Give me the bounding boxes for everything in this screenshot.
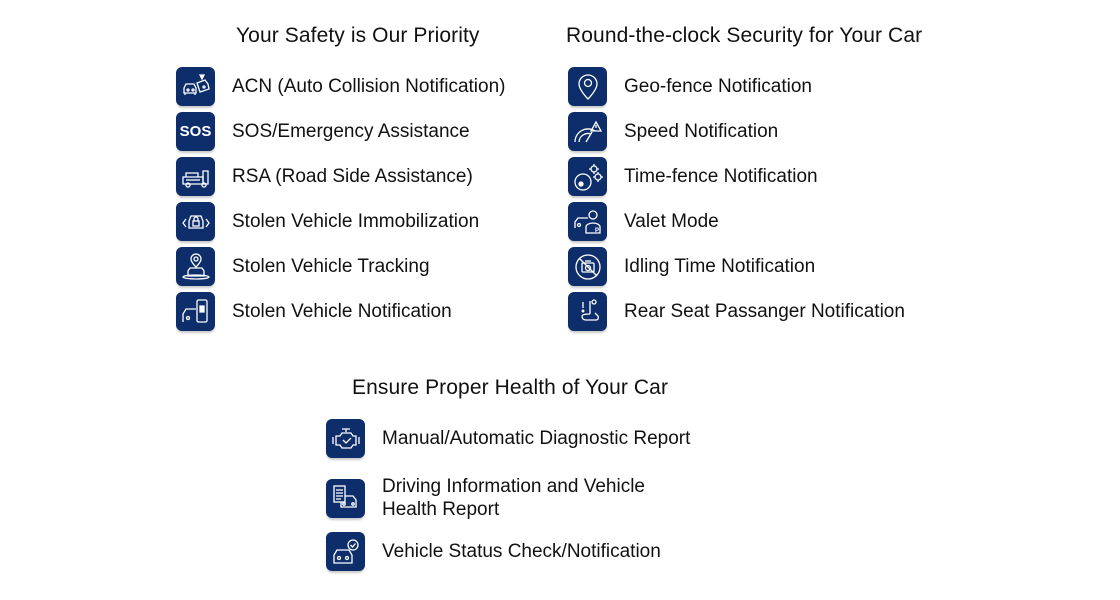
feature-item-status-check: Vehicle Status Check/Notification <box>326 532 661 571</box>
feature-label: Rear Seat Passanger Notification <box>624 301 905 322</box>
feature-label: Stolen Vehicle Notification <box>232 301 452 322</box>
car-phone-alert-icon <box>176 292 215 331</box>
feature-item-tracking: Stolen Vehicle Tracking <box>176 247 430 286</box>
section-title-health: Ensure Proper Health of Your Car <box>352 376 669 399</box>
feature-label: SOS/Emergency Assistance <box>232 121 470 142</box>
speedometer-warning-icon <box>568 112 607 151</box>
feature-item-rsa: RSA (Road Side Assistance) <box>176 157 473 196</box>
feature-label: Geo-fence Notification <box>624 76 812 97</box>
feature-label: Time-fence Notification <box>624 166 818 187</box>
feature-item-immobilization: Stolen Vehicle Immobilization <box>176 202 479 241</box>
feature-label: Manual/Automatic Diagnostic Report <box>382 428 691 449</box>
feature-item-acn: ACN (Auto Collision Notification) <box>176 67 506 106</box>
section-title-security: Round-the-clock Security for Your Car <box>566 24 923 47</box>
feature-label: Stolen Vehicle Tracking <box>232 256 430 277</box>
feature-item-sos: SOS SOS/Emergency Assistance <box>176 112 470 151</box>
feature-item-speed: Speed Notification <box>568 112 778 151</box>
sos-icon-text: SOS <box>179 123 212 140</box>
sos-icon: SOS <box>176 112 215 151</box>
car-check-icon <box>326 532 365 571</box>
engine-check-icon <box>326 419 365 458</box>
engine-timer-icon <box>568 247 607 286</box>
car-location-pin-icon <box>176 247 215 286</box>
feature-label: ACN (Auto Collision Notification) <box>232 76 506 97</box>
gears-clock-icon <box>568 157 607 196</box>
location-pin-icon <box>568 67 607 106</box>
feature-item-diagnostic: Manual/Automatic Diagnostic Report <box>326 419 690 458</box>
car-lock-icon <box>176 202 215 241</box>
feature-item-notification: Stolen Vehicle Notification <box>176 292 452 331</box>
tow-truck-icon <box>176 157 215 196</box>
feature-item-time-fence: Time-fence Notification <box>568 157 818 196</box>
feature-label: Vehicle Status Check/Notification <box>382 541 661 562</box>
feature-label: Valet Mode <box>624 211 719 232</box>
car-report-icon <box>326 478 365 518</box>
car-collision-icon <box>176 67 215 106</box>
feature-item-driving-info: Driving Information and Vehicle Health R… <box>326 475 672 521</box>
valet-parking-icon: P <box>568 202 607 241</box>
feature-item-geo-fence: Geo-fence Notification <box>568 67 812 106</box>
svg-text:P: P <box>595 228 599 234</box>
feature-label: RSA (Road Side Assistance) <box>232 166 473 187</box>
seat-alert-icon <box>568 292 607 331</box>
feature-item-idling: Idling Time Notification <box>568 247 815 286</box>
section-title-safety: Your Safety is Our Priority <box>236 24 480 47</box>
feature-label: Stolen Vehicle Immobilization <box>232 211 480 232</box>
feature-item-valet: P Valet Mode <box>568 202 719 241</box>
feature-item-rear-seat: Rear Seat Passanger Notification <box>568 292 905 331</box>
feature-label: Idling Time Notification <box>624 256 816 277</box>
feature-label: Speed Notification <box>624 121 779 142</box>
feature-label: Driving Information and Vehicle Health R… <box>382 476 645 520</box>
